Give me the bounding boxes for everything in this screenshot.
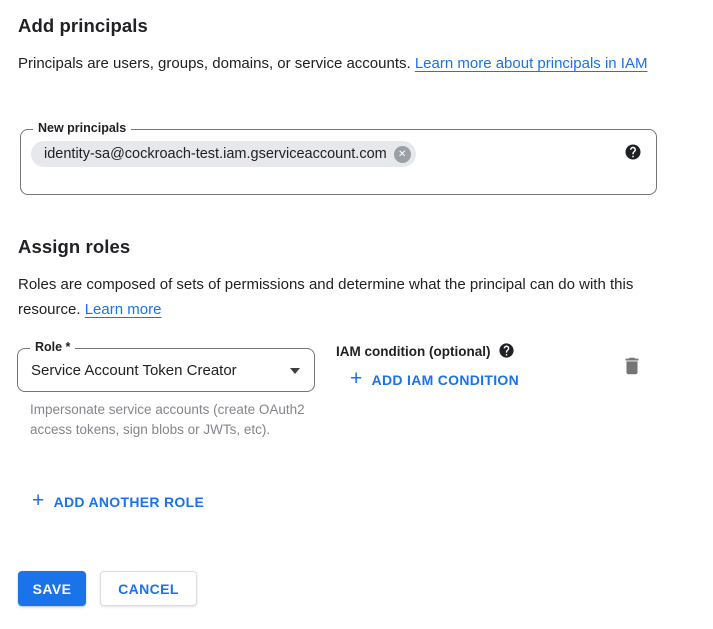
role-select[interactable]: Role * Service Account Token Creator bbox=[17, 348, 315, 392]
trash-icon bbox=[621, 355, 643, 377]
role-select-label: Role * bbox=[30, 340, 75, 354]
iam-condition-header: IAM condition (optional) bbox=[336, 342, 516, 360]
add-another-role-label: ADD ANOTHER ROLE bbox=[54, 494, 205, 510]
roles-description: Roles are composed of sets of permission… bbox=[18, 272, 674, 322]
help-icon[interactable] bbox=[624, 143, 642, 161]
plus-icon: + bbox=[350, 372, 363, 386]
role-helper-text: Impersonate service accounts (create OAu… bbox=[30, 400, 320, 440]
delete-role-button[interactable] bbox=[620, 354, 644, 378]
help-icon[interactable] bbox=[498, 342, 516, 360]
new-principals-field[interactable]: New principals identity-sa@cockroach-tes… bbox=[20, 129, 657, 195]
principal-chip-text: identity-sa@cockroach-test.iam.gservicea… bbox=[44, 146, 387, 162]
learn-more-roles-link[interactable]: Learn more bbox=[85, 301, 162, 318]
principals-description-text: Principals are users, groups, domains, o… bbox=[18, 55, 415, 72]
chip-remove-icon[interactable]: ✕ bbox=[394, 146, 411, 163]
page-title: Add principals bbox=[18, 15, 148, 37]
iam-condition-label: IAM condition (optional) bbox=[336, 344, 490, 359]
add-principals-panel: Add principals Principals are users, gro… bbox=[0, 0, 713, 629]
assign-roles-title: Assign roles bbox=[18, 236, 130, 258]
add-iam-condition-button[interactable]: + ADD IAM CONDITION bbox=[350, 372, 519, 388]
save-button[interactable]: SAVE bbox=[18, 571, 86, 606]
dropdown-arrow-icon[interactable] bbox=[290, 368, 300, 374]
add-iam-condition-label: ADD IAM CONDITION bbox=[372, 372, 519, 388]
learn-more-principals-link[interactable]: Learn more about principals in IAM bbox=[415, 55, 648, 72]
new-principals-label: New principals bbox=[33, 121, 131, 135]
principal-chip: identity-sa@cockroach-test.iam.gservicea… bbox=[31, 141, 416, 167]
add-another-role-button[interactable]: + ADD ANOTHER ROLE bbox=[32, 494, 204, 510]
plus-icon: + bbox=[32, 494, 45, 508]
role-select-value: Service Account Token Creator bbox=[31, 362, 237, 379]
cancel-button[interactable]: CANCEL bbox=[100, 571, 197, 606]
principals-description: Principals are users, groups, domains, o… bbox=[18, 51, 666, 76]
